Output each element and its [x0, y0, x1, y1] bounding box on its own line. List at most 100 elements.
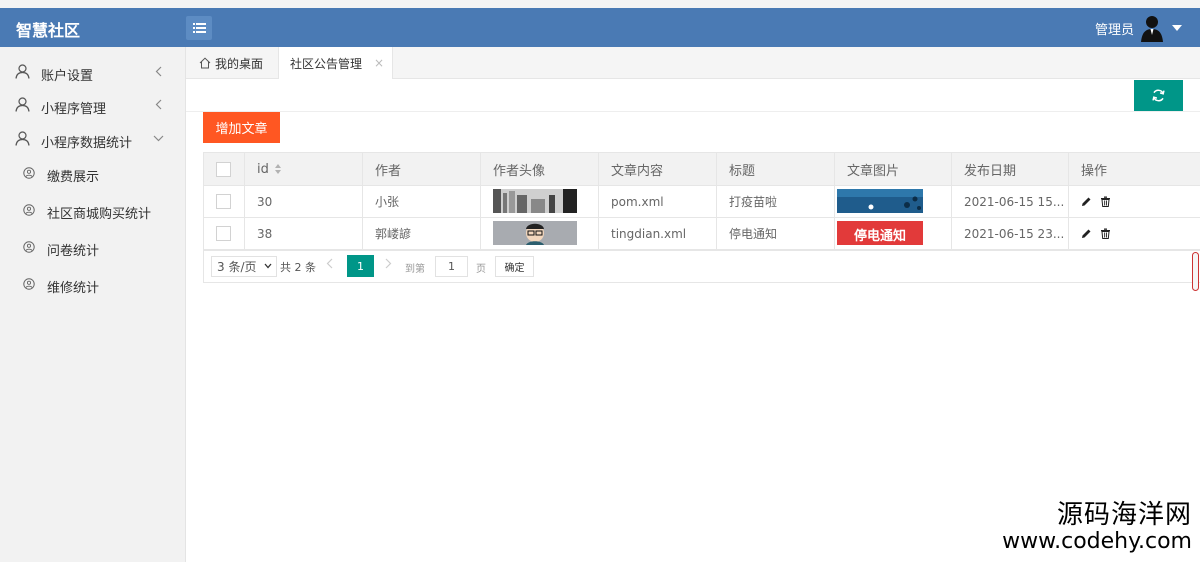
close-icon[interactable]: × — [374, 56, 384, 70]
user-name: 管理员 — [1094, 22, 1134, 38]
cell-title: 停电通知 — [717, 218, 835, 249]
delete-icon[interactable] — [1100, 228, 1111, 239]
chevron-left-icon — [155, 99, 162, 110]
tab-label: 我的桌面 — [215, 56, 264, 71]
select-all-cell — [204, 153, 245, 185]
column-header-date: 发布日期 — [952, 153, 1069, 185]
sidebar-item-label: 小程序数据统计 — [41, 136, 133, 151]
table-row[interactable]: 30 小张 pom.xml 打疫苗啦 2021-06-15 15... — [204, 186, 1200, 218]
user-circle-icon — [23, 167, 35, 179]
edit-icon[interactable] — [1081, 228, 1092, 239]
cell-actions — [1069, 186, 1190, 217]
next-page-button[interactable] — [385, 258, 392, 272]
prev-page-button[interactable] — [326, 258, 333, 272]
tab-notice-management[interactable]: 社区公告管理 × — [278, 47, 393, 79]
cell-avatar — [481, 218, 599, 249]
user-circle-icon — [23, 241, 35, 253]
chevron-down-icon — [264, 263, 272, 269]
goto-page-input[interactable] — [435, 256, 468, 277]
top-header: 智慧社区 管理员 — [0, 8, 1200, 47]
cell-content: tingdian.xml — [599, 218, 717, 249]
cell-id: 38 — [245, 218, 363, 249]
add-article-button[interactable]: 增加文章 — [203, 112, 280, 143]
cell-date: 2021-06-15 23... — [952, 218, 1069, 249]
column-label: id — [257, 161, 269, 177]
column-header-content: 文章内容 — [599, 153, 717, 185]
watermark: 源码海洋网 www.codehy.com — [1002, 500, 1192, 554]
pagination: 3 条/页 共 2 条 1 到第 页 确定 — [203, 249, 1200, 283]
refresh-icon — [1152, 89, 1165, 102]
cell-author: 小张 — [363, 186, 481, 217]
select-all-checkbox[interactable] — [216, 161, 231, 177]
sidebar-subitem-payments[interactable]: 缴费展示 — [0, 158, 186, 188]
page-unit-label: 页 — [476, 264, 486, 275]
goto-label: 到第 — [405, 264, 425, 275]
chevron-down-icon — [1172, 25, 1182, 31]
sort-icon[interactable] — [274, 164, 281, 174]
app-title: 智慧社区 — [16, 21, 81, 40]
column-header-title: 标题 — [717, 153, 835, 185]
cell-actions — [1069, 218, 1190, 249]
sidebar-subitem-label: 社区商城购买统计 — [47, 207, 152, 222]
scrollbar[interactable] — [1192, 252, 1199, 291]
top-strip — [0, 0, 1200, 8]
table-row[interactable]: 38 郭嵝諺 tingdian.xml 停电通知 停电通知 2021-06-15… — [204, 218, 1200, 250]
sidebar-item-account[interactable]: 账户设置 — [0, 57, 186, 87]
article-image: 停电通知 — [837, 221, 923, 245]
delete-icon[interactable] — [1100, 196, 1111, 207]
row-checkbox[interactable] — [216, 194, 231, 209]
current-page-button[interactable]: 1 — [347, 255, 374, 277]
user-icon — [15, 64, 30, 79]
chevron-left-icon — [326, 258, 333, 269]
cell-image — [835, 186, 952, 217]
sidebar-subitem-label: 问卷统计 — [47, 244, 100, 259]
user-circle-icon — [23, 204, 35, 216]
cell-author: 郭嵝諺 — [363, 218, 481, 249]
column-header-actions: 操作 — [1081, 163, 1108, 179]
author-avatar-image — [493, 221, 577, 245]
cell-date: 2021-06-15 15... — [952, 186, 1069, 217]
page-size-value: 3 条/页 — [217, 260, 257, 274]
cell-content: pom.xml — [599, 186, 717, 217]
column-header-id[interactable]: id — [245, 153, 363, 185]
sidebar-subitem-repair[interactable]: 维修统计 — [0, 269, 186, 299]
article-image — [837, 189, 923, 213]
user-circle-icon — [23, 278, 35, 290]
user-menu[interactable]: 管理员 — [1095, 14, 1182, 42]
sidebar-item-label: 小程序管理 — [41, 102, 107, 117]
cell-avatar — [481, 186, 599, 217]
sidebar-subitem-mall[interactable]: 社区商城购买统计 — [0, 195, 186, 225]
chevron-left-icon — [155, 66, 162, 77]
cell-image: 停电通知 — [835, 218, 952, 249]
home-icon — [199, 57, 211, 69]
hamburger-icon — [192, 23, 206, 33]
avatar-icon — [1141, 16, 1163, 42]
chevron-down-icon — [153, 135, 164, 142]
goto-confirm-button[interactable]: 确定 — [495, 256, 534, 277]
refresh-button[interactable] — [1134, 80, 1183, 111]
column-header-image: 文章图片 — [835, 153, 952, 185]
watermark-url: www.codehy.com — [1002, 529, 1192, 554]
author-avatar-image — [493, 189, 577, 213]
sidebar-item-stats[interactable]: 小程序数据统计 — [0, 124, 186, 154]
chevron-right-icon — [385, 258, 392, 269]
tab-desktop[interactable]: 我的桌面 — [186, 47, 278, 79]
row-checkbox[interactable] — [216, 226, 231, 241]
user-icon — [15, 97, 30, 112]
edit-icon[interactable] — [1081, 196, 1092, 207]
sidebar-item-miniapp[interactable]: 小程序管理 — [0, 90, 186, 120]
table-header: id 作者 作者头像 文章内容 标题 文章图片 发布日期 操作 — [204, 153, 1200, 186]
divider — [186, 111, 1200, 112]
article-table: id 作者 作者头像 文章内容 标题 文章图片 发布日期 操作 30 小张 po… — [203, 152, 1200, 251]
row-select-cell — [204, 186, 245, 217]
tab-label: 社区公告管理 — [290, 56, 363, 71]
row-select-cell — [204, 218, 245, 249]
sidebar: 账户设置 小程序管理 小程序数据统计 缴费展示 社区商城购买统计 问卷统计 维修… — [0, 47, 186, 562]
cell-id: 30 — [245, 186, 363, 217]
sidebar-subitem-label: 缴费展示 — [47, 170, 100, 185]
sidebar-subitem-survey[interactable]: 问卷统计 — [0, 232, 186, 262]
menu-toggle-button[interactable] — [186, 16, 212, 40]
total-count: 共 2 条 — [280, 261, 316, 274]
tab-bar: 我的桌面 社区公告管理 × — [186, 47, 1200, 79]
page-size-select[interactable]: 3 条/页 — [211, 256, 277, 277]
